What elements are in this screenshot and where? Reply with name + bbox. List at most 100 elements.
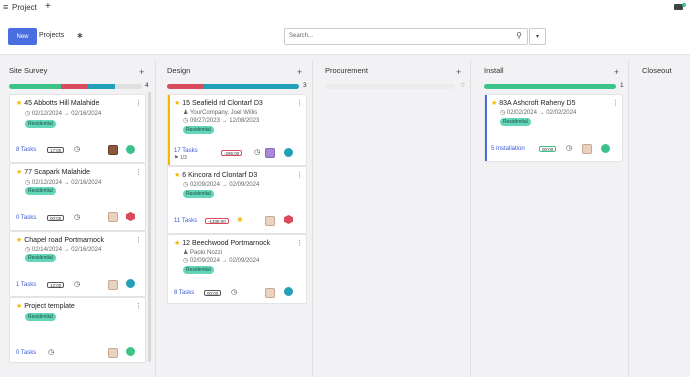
new-button[interactable]: New — [8, 28, 37, 45]
column-progress-bar — [9, 84, 142, 89]
project-card[interactable]: ★ 12 Beechwood Portmarnock ⋮ ♟ Paolo Noz… — [167, 234, 307, 304]
status-dot[interactable] — [126, 279, 135, 288]
card-dates: ◷ 02/09/2024 → 02/09/2024 — [183, 182, 260, 188]
column-count: 1 — [620, 82, 624, 89]
project-card[interactable]: ★ 15 Seafield rd Clontarf D3 ⋮ ♟ YourCom… — [167, 94, 307, 166]
add-card-icon[interactable]: + — [297, 67, 302, 77]
kebab-menu-icon[interactable]: ⋮ — [135, 302, 142, 310]
status-dot[interactable] — [284, 148, 293, 157]
progress-segment — [115, 84, 142, 89]
project-card[interactable]: ★ 6 Kincora rd Clontarf D3 ⋮ ◷ 02/09/202… — [167, 166, 307, 234]
card-title[interactable]: ★ Chapel road Portmarnock — [16, 236, 104, 244]
clock-icon[interactable]: ◷ — [74, 145, 80, 153]
card-person: ♟ Paolo Nozzi — [183, 250, 223, 256]
subtask-count: ⚑ 1/3 — [174, 155, 187, 161]
project-card[interactable]: ★ 77 Scapark Malahide ⋮ ◷ 02/12/2024 → 0… — [9, 163, 146, 231]
status-badge: Residential — [183, 126, 214, 134]
card-title-text: 45 Abbotts Hill Malahide — [24, 100, 100, 107]
company-name: YourCompany, Joel Willis — [189, 110, 258, 116]
clock-icon[interactable]: ◷ — [74, 280, 80, 288]
project-card[interactable]: ★ 45 Abbotts Hill Malahide ⋮ ◷ 02/12/202… — [9, 94, 146, 163]
search-input[interactable]: Search... ⚲ — [284, 28, 528, 45]
card-dates: ◷ 02/12/2024 → 02/16/2024 — [25, 180, 102, 186]
sun-icon[interactable]: ✺ — [237, 216, 243, 224]
chat-icon[interactable] — [674, 3, 686, 11]
tasks-link[interactable]: 17 Tasks — [174, 148, 198, 154]
clock-icon[interactable]: ◷ — [74, 213, 80, 221]
card-title[interactable]: ★ 12 Beechwood Portmarnock — [174, 239, 270, 247]
card-title[interactable]: ★ 77 Scapark Malahide — [16, 168, 90, 176]
status-dot[interactable] — [126, 347, 135, 356]
kebab-menu-icon[interactable]: ⋮ — [612, 99, 619, 107]
top-bar: ≡ Project + — [0, 0, 690, 15]
star-icon[interactable]: ★ — [16, 169, 22, 176]
tasks-link[interactable]: 8 Tasks — [16, 147, 36, 153]
progress-segment — [484, 84, 616, 89]
scrollbar[interactable] — [148, 92, 151, 362]
project-card[interactable]: ★ 83A Ashcroft Raheny D5 ⋮ ◷ 02/02/2024 … — [484, 94, 623, 162]
hamburger-icon[interactable]: ≡ — [3, 2, 8, 12]
star-icon[interactable]: ★ — [174, 100, 180, 107]
card-title[interactable]: ★ 15 Seafield rd Clontarf D3 — [174, 99, 263, 107]
card-title[interactable]: ★ 83A Ashcroft Raheny D5 — [491, 99, 576, 107]
card-title[interactable]: ★ 45 Abbotts Hill Malahide — [16, 99, 99, 107]
search-icon[interactable]: ⚲ — [516, 31, 522, 40]
add-card-icon[interactable]: + — [456, 67, 461, 77]
project-card[interactable]: ★ Chapel road Portmarnock ⋮ ◷ 02/14/2024… — [9, 231, 146, 297]
tasks-link[interactable]: 0 Tasks — [16, 350, 36, 356]
kebab-menu-icon[interactable]: ⋮ — [135, 236, 142, 244]
star-icon[interactable]: ★ — [174, 240, 180, 247]
status-dot[interactable] — [126, 145, 135, 154]
avatar[interactable] — [265, 216, 275, 226]
add-card-icon[interactable]: + — [614, 67, 619, 77]
status-hexagon[interactable] — [284, 215, 293, 224]
clock-icon[interactable]: ◷ — [48, 348, 54, 356]
star-icon[interactable]: ★ — [16, 303, 22, 310]
kebab-menu-icon[interactable]: ⋮ — [296, 239, 303, 247]
time-pill: -296:00 — [221, 150, 243, 156]
clock-icon[interactable]: ◷ — [231, 288, 237, 296]
status-dot[interactable] — [284, 287, 293, 296]
gear-icon[interactable]: ✱ — [77, 32, 83, 40]
avatar[interactable] — [108, 212, 118, 222]
avatar[interactable] — [582, 144, 592, 154]
kebab-menu-icon[interactable]: ⋮ — [296, 99, 303, 107]
chevron-down-icon[interactable]: ▾ — [529, 28, 546, 45]
column-divider — [628, 60, 629, 377]
project-card[interactable]: ★ Project template ⋮ Residential 0 Tasks… — [9, 297, 146, 363]
avatar[interactable] — [265, 288, 275, 298]
status-hexagon[interactable] — [126, 212, 135, 221]
clock-icon[interactable]: ◷ — [254, 148, 260, 156]
breadcrumb-projects[interactable]: Projects — [39, 32, 64, 39]
star-icon[interactable]: ★ — [491, 100, 497, 107]
card-dates: ◷ 02/14/2024 → 02/16/2024 — [25, 247, 102, 253]
card-dates: ◷ 02/12/2024 → 02/16/2024 — [25, 111, 102, 117]
star-icon[interactable]: ★ — [16, 100, 22, 107]
kebab-menu-icon[interactable]: ⋮ — [135, 99, 142, 107]
status-badge: Residential — [25, 254, 56, 262]
card-title[interactable]: ★ Project template — [16, 302, 75, 310]
clock-icon[interactable]: ◷ — [566, 144, 572, 152]
tasks-link[interactable]: 5 Installation — [491, 146, 525, 152]
kebab-menu-icon[interactable]: ⋮ — [135, 168, 142, 176]
avatar[interactable] — [108, 145, 118, 155]
star-icon[interactable]: ★ — [16, 237, 22, 244]
tasks-link[interactable]: 11 Tasks — [174, 218, 197, 224]
card-title-text: 15 Seafield rd Clontarf D3 — [182, 100, 263, 107]
card-title[interactable]: ★ 6 Kincora rd Clontarf D3 — [174, 171, 257, 179]
tasks-link[interactable]: 8 Tasks — [174, 290, 194, 296]
progress-segment — [60, 84, 88, 89]
column-title-procurement: Procurement — [325, 66, 368, 75]
tasks-link[interactable]: 1 Tasks — [16, 282, 36, 288]
avatar[interactable] — [265, 148, 275, 158]
tasks-link[interactable]: 0 Tasks — [16, 215, 36, 221]
kebab-menu-icon[interactable]: ⋮ — [296, 171, 303, 179]
progress-segment — [9, 84, 61, 89]
avatar[interactable] — [108, 348, 118, 358]
avatar[interactable] — [108, 280, 118, 290]
app-title[interactable]: Project — [12, 3, 37, 12]
plus-icon[interactable]: + — [45, 1, 51, 12]
star-icon[interactable]: ★ — [174, 172, 180, 179]
add-card-icon[interactable]: + — [139, 67, 144, 77]
status-dot[interactable] — [601, 144, 610, 153]
